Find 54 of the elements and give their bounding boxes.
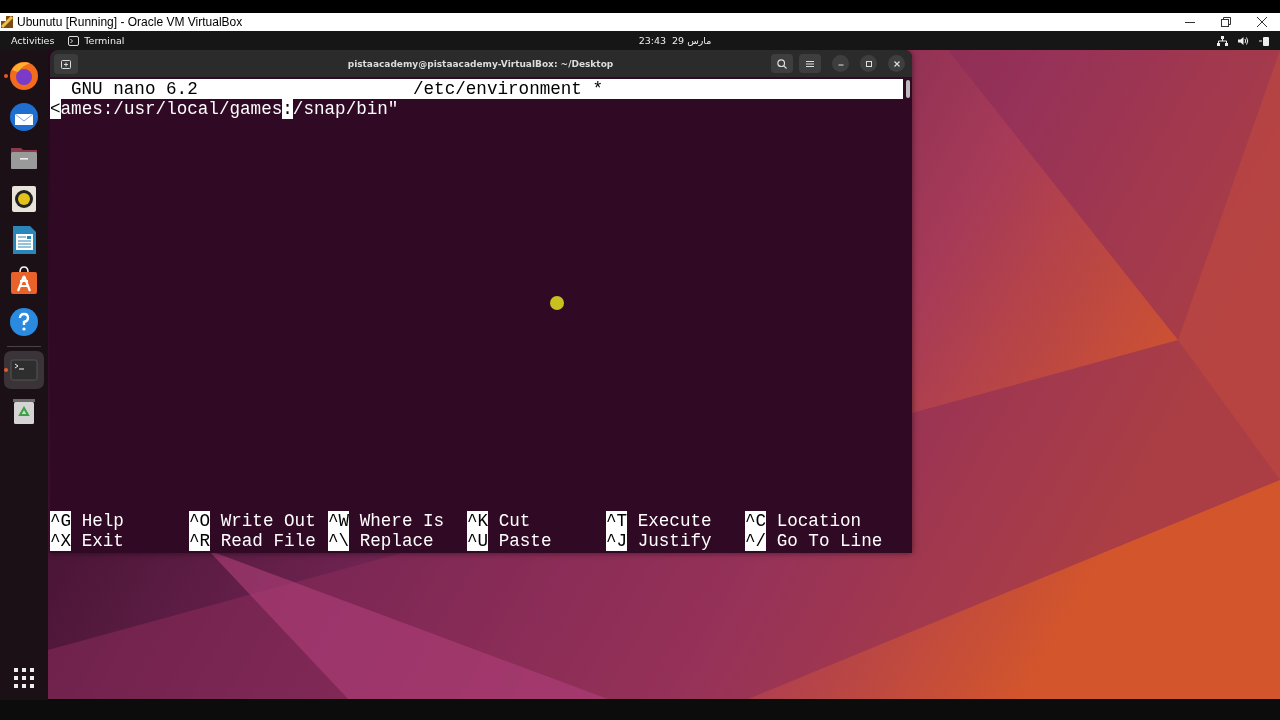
shortcut-key: ^X	[50, 531, 72, 551]
shortcut-key: ^R	[189, 531, 211, 551]
app-menu-label[interactable]: Terminal	[84, 35, 125, 46]
new-tab-button[interactable]	[54, 53, 78, 74]
shortcut-label: Write Out	[219, 511, 316, 531]
shortcut-key: ^\	[328, 531, 350, 551]
volume-icon[interactable]	[1238, 35, 1249, 46]
shortcut-key: ^K	[467, 511, 489, 531]
app-grid-icon[interactable]	[14, 668, 34, 688]
maximize-icon	[863, 58, 874, 69]
shortcut-key: ^/	[745, 531, 767, 551]
scrollbar-thumb[interactable]	[905, 80, 910, 98]
text-cursor: :	[282, 99, 293, 119]
close-button[interactable]	[888, 55, 905, 72]
shortcut-key: ^W	[328, 511, 350, 531]
shortcut-label: Where Is	[358, 511, 445, 531]
menu-button[interactable]	[799, 54, 821, 73]
scroll-indicator: <	[50, 99, 61, 119]
shortcut-label: Replace	[358, 531, 434, 551]
shortcut-key: ^C	[745, 511, 767, 531]
search-button[interactable]	[771, 54, 793, 73]
terminal-icon	[68, 35, 80, 46]
shortcut-key: ^T	[606, 511, 628, 531]
network-icon[interactable]	[1217, 35, 1228, 46]
shortcut-key: ^O	[189, 511, 211, 531]
menu-icon	[805, 58, 815, 69]
editor-text: ames:/usr/local/games	[60, 99, 283, 119]
shortcut-key: ^J	[606, 531, 628, 551]
close-icon	[891, 58, 902, 69]
shortcut-label: Cut	[497, 511, 531, 531]
battery-icon[interactable]	[1259, 35, 1270, 46]
shortcut-label: Read File	[219, 531, 316, 551]
shortcut-key: ^G	[50, 511, 72, 531]
restore-icon[interactable]	[1221, 17, 1231, 27]
tab-plus-icon	[61, 58, 71, 69]
editor-text: /snap/bin"	[292, 99, 399, 119]
window-title: Ubunutu [Running] - Oracle VM VirtualBox	[17, 15, 244, 29]
maximize-button[interactable]	[860, 55, 877, 72]
window-title: pistaacademy@pistaacademy-VirtualBox: ~/Desktop	[346, 58, 615, 69]
close-icon[interactable]	[1257, 17, 1267, 27]
search-icon	[777, 58, 787, 69]
shortcut-label: Location	[775, 511, 862, 531]
shortcut-key: ^U	[467, 531, 489, 551]
shortcut-label: Go To Line	[775, 531, 883, 551]
file-name: /etc/environment *	[413, 79, 604, 99]
minimize-button[interactable]	[832, 55, 849, 72]
shortcut-label: Execute	[636, 511, 712, 531]
clock[interactable]: 23:43 مارس 29	[568, 35, 712, 46]
shortcut-label: Paste	[497, 531, 552, 551]
shortcut-label: Justify	[636, 531, 712, 551]
editor-version: GNU nano 6.2	[70, 79, 199, 99]
shortcut-label: Exit	[80, 531, 124, 551]
shortcut-label: Help	[80, 511, 124, 531]
activities-button[interactable]: Activities	[11, 35, 55, 46]
